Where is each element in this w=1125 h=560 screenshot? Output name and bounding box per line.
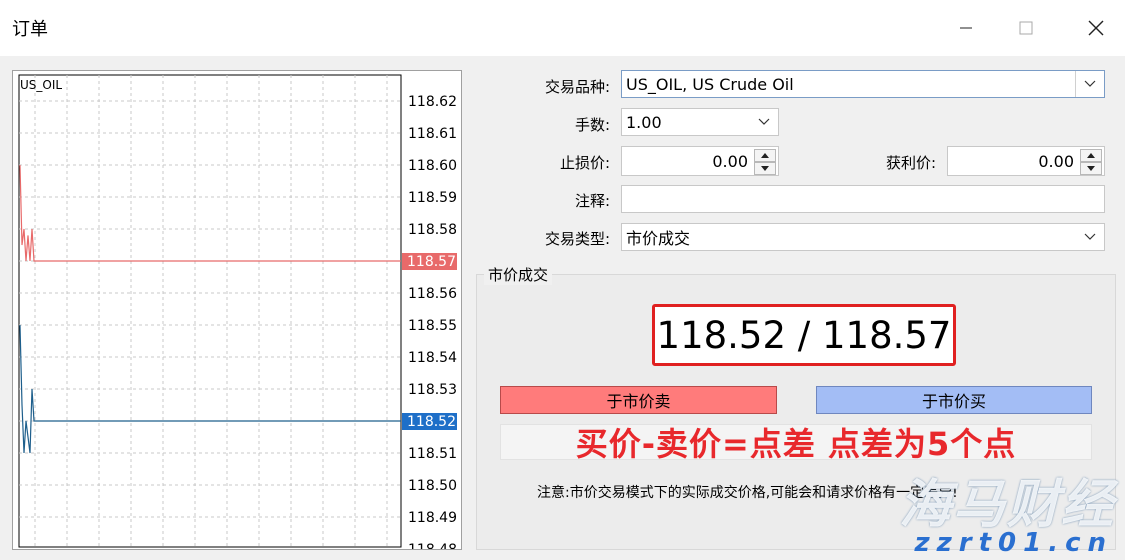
take-profit-input[interactable]: 0.00: [947, 146, 1105, 176]
spin-up-icon[interactable]: [1080, 149, 1102, 162]
symbol-dropdown-button[interactable]: [1075, 71, 1104, 97]
spread-annotation-text: 买价-卖价=点差 点差为5个点: [575, 425, 1017, 463]
buy-by-market-button[interactable]: 于市价买: [816, 386, 1092, 414]
minimize-button[interactable]: [952, 14, 980, 42]
y-tick-label: 118.53: [408, 382, 457, 398]
plot-area: [18, 74, 402, 548]
spread-annotation: 买价-卖价=点差 点差为5个点: [500, 424, 1092, 463]
maximize-button[interactable]: [1012, 14, 1040, 42]
stop-loss-value: 0.00: [712, 151, 748, 171]
chart-symbol-label: US_OIL: [20, 78, 63, 92]
symbol-select-value: US_OIL, US Crude Oil: [626, 74, 794, 94]
window-title: 订单: [12, 19, 48, 40]
stop-loss-input[interactable]: 0.00: [621, 146, 779, 176]
y-tick-label: 118.54: [408, 350, 457, 366]
spin-down-icon[interactable]: [754, 162, 776, 175]
volume-value: 1.00: [626, 112, 662, 132]
take-profit-value: 0.00: [1038, 151, 1074, 171]
volume-label: 手数:: [574, 116, 610, 134]
watermark-logo: 海马财经: [898, 475, 1115, 535]
minimize-icon: [960, 27, 972, 29]
spin-down-icon[interactable]: [1080, 162, 1102, 175]
stop-loss-spinner[interactable]: [754, 149, 776, 175]
y-tick-label: 118.59: [408, 190, 457, 206]
watermark-url: zzrt01.cn: [914, 528, 1113, 558]
execution-note: 注意:市价交易模式下的实际成交价格,可能会和请求价格有一定差异!: [537, 485, 958, 501]
order-type-label: 交易类型:: [544, 230, 610, 248]
y-tick-label: 118.51: [408, 446, 457, 462]
order-type-value: 市价成交: [626, 229, 691, 248]
title-bar: 订单: [0, 0, 1125, 56]
chevron-down-icon: [758, 118, 770, 125]
tick-chart: 118.62 118.61 118.60 118.59 118.58 118.57 118.…: [12, 70, 462, 550]
y-tick-label: 118.49: [408, 510, 457, 526]
bid-ask-price-box: 118.52 / 118.57: [652, 304, 956, 366]
chevron-down-icon: [1084, 80, 1096, 87]
symbol-select[interactable]: US_OIL, US Crude Oil: [621, 70, 1105, 98]
comment-label: 注释:: [574, 192, 610, 210]
chevron-down-icon: [1084, 233, 1096, 240]
bid-price-tag-label: 118.52: [407, 414, 456, 430]
market-execution-label: 市价成交: [484, 264, 553, 285]
take-profit-spinner[interactable]: [1080, 149, 1102, 175]
comment-input[interactable]: [621, 185, 1105, 213]
y-tick-label: 118.56: [408, 286, 457, 302]
volume-select[interactable]: 1.00: [621, 108, 779, 136]
order-type-select[interactable]: 市价成交: [621, 223, 1105, 251]
stop-loss-label: 止损价:: [559, 154, 610, 172]
y-tick-label: 118.60: [408, 158, 457, 174]
close-icon: [1088, 20, 1104, 36]
y-tick-label: 118.55: [408, 318, 457, 334]
bid-ask-price: 118.52 / 118.57: [656, 313, 952, 357]
y-tick-label: 118.61: [408, 126, 457, 142]
y-tick-label: 118.62: [408, 94, 457, 110]
close-button[interactable]: [1082, 14, 1110, 42]
take-profit-label: 获利价:: [885, 154, 936, 172]
maximize-icon: [1019, 21, 1033, 35]
spin-up-icon[interactable]: [754, 149, 776, 162]
tick-chart-svg: 118.62 118.61 118.60 118.59 118.58 118.57 118.…: [18, 74, 457, 549]
y-tick-label: 118.48: [408, 542, 457, 549]
y-tick-label: 118.50: [408, 478, 457, 494]
symbol-label: 交易品种:: [544, 78, 610, 96]
sell-by-market-button[interactable]: 于市价卖: [500, 386, 777, 414]
ask-price-tag-label: 118.57: [407, 254, 456, 270]
y-tick-label: 118.58: [408, 222, 457, 238]
